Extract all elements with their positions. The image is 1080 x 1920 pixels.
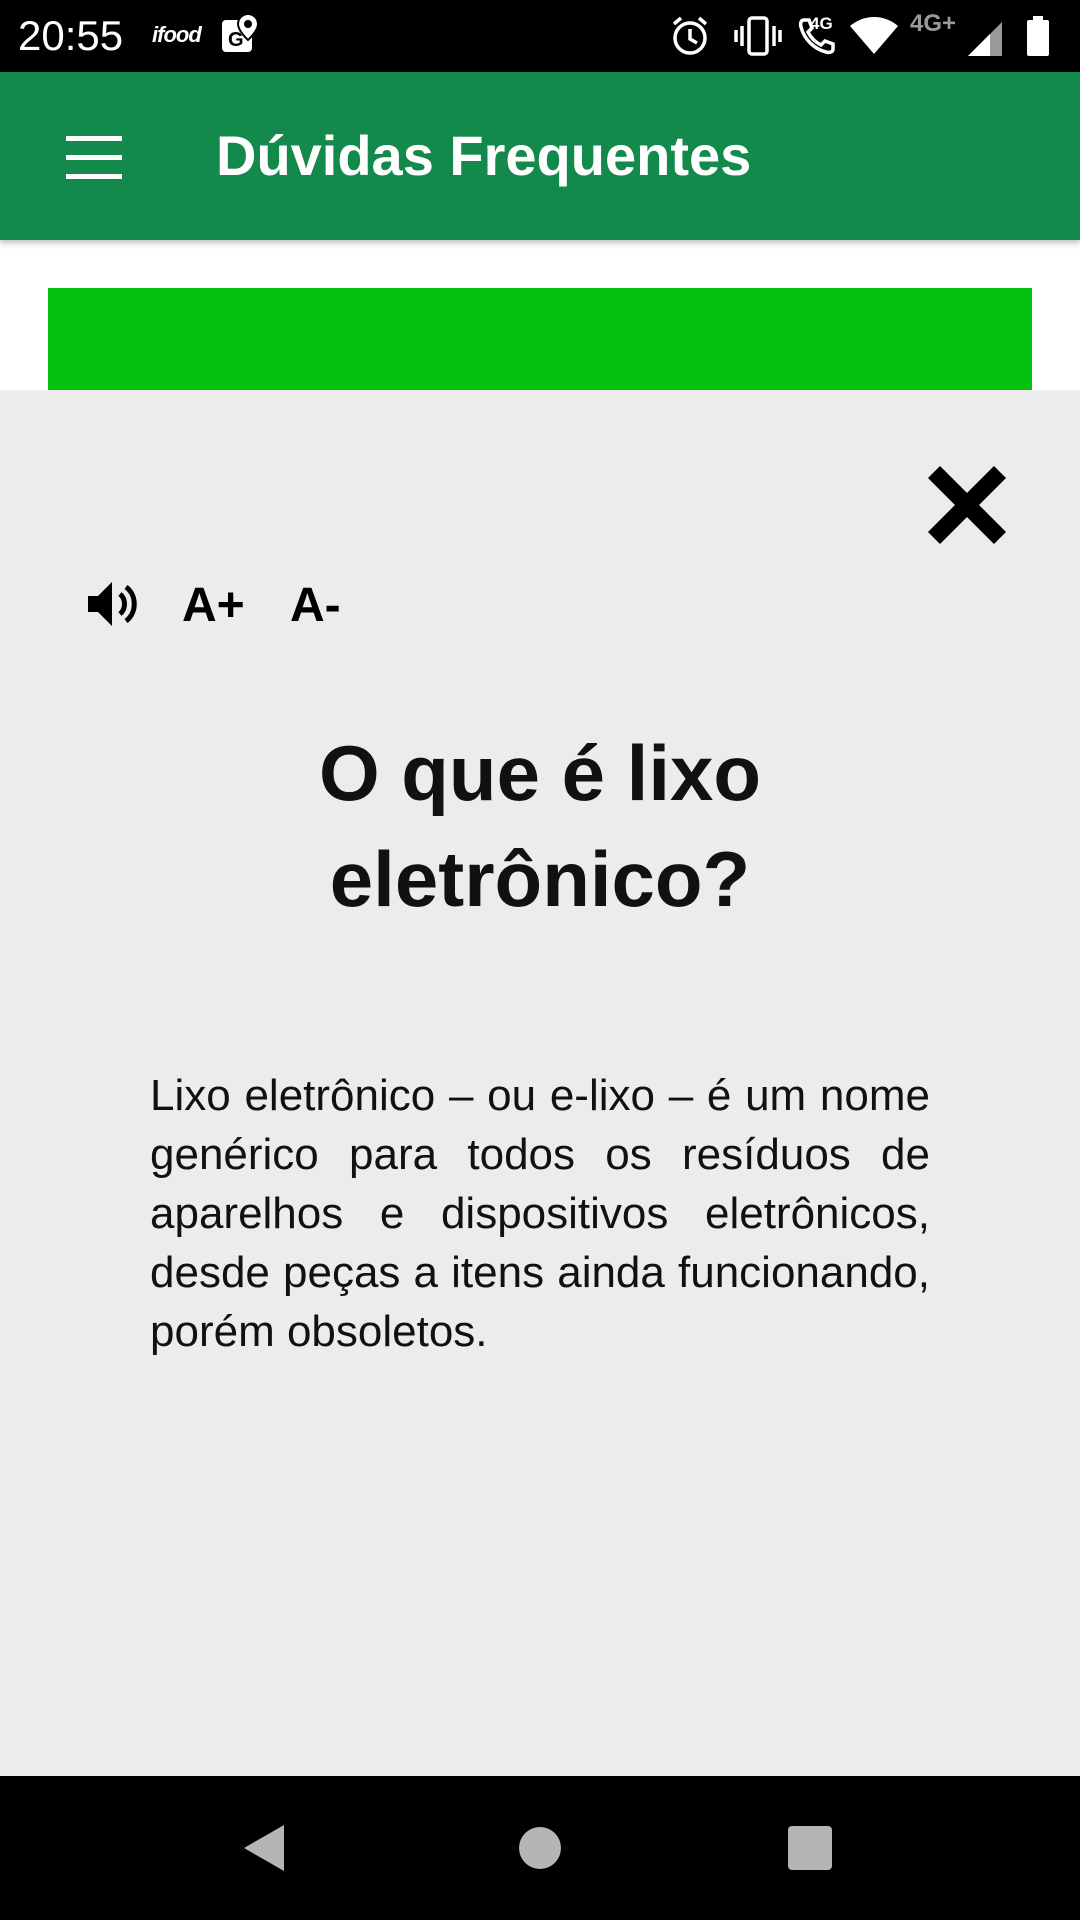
battery-icon: [1027, 16, 1049, 56]
call-network-label: 4G: [810, 14, 833, 33]
back-icon[interactable]: [238, 1818, 298, 1878]
close-icon[interactable]: [924, 462, 1010, 548]
app-bar: Dúvidas Frequentes: [0, 72, 1080, 240]
green-banner: [48, 288, 1032, 390]
navigation-bar: [0, 1776, 1080, 1920]
mobile-network-label: 4G+: [910, 10, 957, 37]
ifood-notification-icon: ifood: [152, 22, 202, 47]
status-bar: 20:55 ifood G 4G 4G+: [0, 0, 1080, 72]
wifi-icon: [850, 17, 898, 54]
speaker-icon[interactable]: [86, 576, 142, 632]
question-title: O que é lixo eletrônico?: [318, 729, 762, 923]
home-icon[interactable]: [510, 1818, 570, 1878]
faq-modal: A+ A- O que é lixo eletrônico? Lixo elet…: [0, 390, 1080, 1776]
answer-text: Lixo eletrônico – ou e-lixo – é um nome …: [150, 1071, 930, 1356]
status-time: 20:55: [18, 12, 124, 59]
screen: 20:55 ifood G 4G 4G+ Dúvidas Frequentes …: [0, 0, 1080, 1920]
page-content: [0, 240, 1080, 390]
signal-icon: [968, 22, 1002, 56]
alarm-icon: [672, 16, 708, 55]
page-title: Dúvidas Frequentes: [216, 124, 752, 187]
recents-icon[interactable]: [780, 1818, 840, 1878]
maps-notification-icon: G: [222, 12, 260, 52]
font-decrease-button[interactable]: A-: [290, 576, 341, 636]
font-increase-button[interactable]: A+: [182, 576, 245, 636]
vibrate-icon: [734, 16, 782, 56]
hamburger-menu-icon[interactable]: [66, 136, 124, 180]
